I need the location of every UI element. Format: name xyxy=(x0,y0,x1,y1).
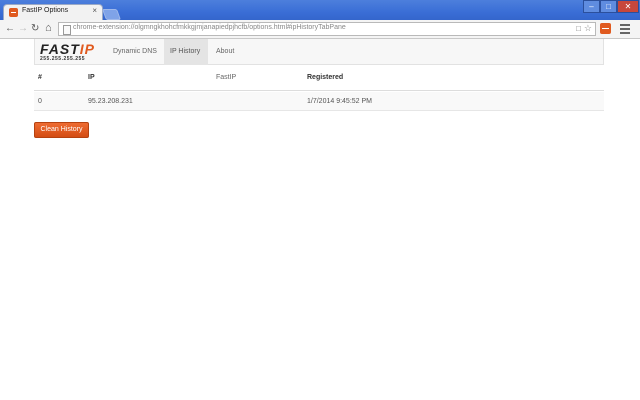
browser-tab[interactable]: FastIP Options × xyxy=(3,4,103,20)
fastip-logo: FASTIP 255.255.255.255 xyxy=(40,41,106,63)
address-bar-url: chrome-extension://olgmngkhohcfmkkgjmjan… xyxy=(73,24,346,31)
fastip-extension-icon[interactable] xyxy=(600,23,611,34)
forward-arrow-icon[interactable]: → xyxy=(18,23,28,35)
fastip-favicon-icon xyxy=(9,8,18,17)
cell-index: 0 xyxy=(38,98,42,105)
home-icon[interactable]: ⌂ xyxy=(45,22,52,34)
logo-main-text: FAST xyxy=(40,41,80,57)
column-header-ip: IP xyxy=(88,74,95,81)
cell-ip: 95.23.208.231 xyxy=(88,98,133,105)
new-tab-button[interactable] xyxy=(101,9,122,20)
table-header-divider xyxy=(34,90,604,91)
bookmark-star-icon[interactable]: ☆ xyxy=(584,23,592,34)
maximize-button[interactable]: □ xyxy=(600,0,617,13)
chrome-menu-icon[interactable] xyxy=(620,24,630,36)
close-window-button[interactable]: ✕ xyxy=(617,0,639,13)
clean-history-button[interactable]: Clean History xyxy=(34,122,89,138)
tab-close-icon[interactable]: × xyxy=(92,6,97,15)
cell-registered: 1/7/2014 9:45:52 PM xyxy=(307,98,372,105)
app-navbar: FASTIP 255.255.255.255 Dynamic DNS IP Hi… xyxy=(34,39,604,81)
column-header-index: # xyxy=(38,74,42,81)
column-header-registered: Registered xyxy=(307,74,344,81)
minimize-button[interactable]: – xyxy=(583,0,600,13)
table-row: 0 95.23.208.231 1/7/2014 9:45:52 PM xyxy=(34,92,604,111)
reload-icon[interactable]: ↻ xyxy=(31,23,39,35)
address-bar[interactable]: chrome-extension://olgmngkhohcfmkkgjmjan… xyxy=(58,22,596,36)
tab-ip-history[interactable]: IP History xyxy=(164,39,208,65)
page-action-icon[interactable]: □ xyxy=(576,24,581,33)
logo-accent-text: IP xyxy=(79,41,96,57)
back-arrow-icon[interactable]: ← xyxy=(5,23,15,35)
browser-titlebar: FastIP Options × – □ ✕ xyxy=(0,0,640,20)
page-icon xyxy=(63,25,71,35)
browser-toolbar: ← → ↻ ⌂ chrome-extension://olgmngkhohcfm… xyxy=(0,20,640,39)
logo-subtitle: 255.255.255.255 xyxy=(40,56,86,62)
tab-dynamic-dns[interactable]: Dynamic DNS xyxy=(107,39,163,65)
tab-title: FastIP Options xyxy=(22,7,69,14)
tab-about-fastip[interactable]: About FastIP xyxy=(210,39,260,81)
